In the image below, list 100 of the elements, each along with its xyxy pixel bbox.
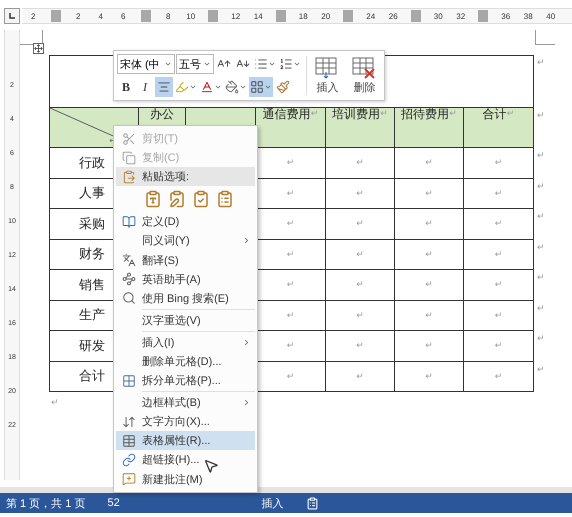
column-marker[interactable]: [343, 10, 354, 22]
page-count[interactable]: 第 1 页，共 1 页: [6, 496, 86, 510]
paragraph-mark: ↵: [449, 108, 457, 119]
paragraph-mark: ↵: [286, 157, 294, 168]
paragraph-mark: ↵: [356, 310, 364, 321]
paragraph-mark: ↵: [536, 149, 546, 161]
caret-icon: [203, 60, 211, 68]
grid-icon: [122, 374, 136, 388]
paragraph-mark: ↵: [494, 279, 502, 290]
column-marker[interactable]: [50, 10, 61, 22]
font-name-dropdown[interactable]: 宋体 (中: [117, 54, 175, 74]
paragraph-mark: ↵: [425, 188, 433, 199]
paragraph-mark: ↵: [380, 108, 388, 119]
paragraph-mark: ↵: [425, 310, 433, 321]
table-move-handle[interactable]: [33, 43, 44, 54]
menu-item[interactable]: 文字方向(X)...: [116, 412, 255, 432]
menu-section-header: 粘贴选项:: [116, 167, 255, 186]
paint-bucket-icon: [225, 80, 239, 94]
ruler-number: 6: [120, 12, 126, 20]
borders-button[interactable]: [249, 77, 273, 97]
paste-text-only-icon[interactable]: [216, 190, 234, 208]
paragraph-mark: ↵: [286, 188, 294, 199]
macro-icon[interactable]: [306, 496, 319, 510]
paragraph-mark: ↵: [286, 310, 294, 321]
ruler-number: 24: [365, 12, 376, 20]
font-color-icon: [200, 80, 214, 94]
column-marker[interactable]: [276, 10, 286, 22]
paragraph-mark: ↵: [494, 370, 502, 382]
menu-item[interactable]: 表格属性(R)...: [116, 431, 255, 450]
paragraph-mark: ↵: [286, 370, 294, 382]
paragraph-mark: ↵: [356, 188, 364, 199]
paragraph-mark: ↵: [356, 340, 364, 352]
paragraph-mark: ↵: [425, 218, 433, 230]
paste-picture-icon[interactable]: [192, 190, 210, 208]
scissors-icon: [122, 132, 136, 146]
paste-keep-format-icon[interactable]: [144, 190, 162, 208]
paragraph-mark: ↵: [494, 248, 502, 260]
paragraph-mark: ↵: [494, 310, 502, 321]
header-text: 通信费用: [262, 108, 311, 121]
delete-table-icon: [351, 56, 378, 80]
paragraph-mark: ↵: [51, 397, 59, 408]
menu-item[interactable]: 新建批注(M): [116, 470, 255, 489]
paragraph-mark: ↵: [494, 340, 502, 352]
link-icon: [122, 452, 136, 467]
ruler-number: 40: [545, 12, 556, 20]
column-marker[interactable]: [140, 10, 151, 22]
insert-mode[interactable]: 插入: [262, 496, 284, 510]
ruler-number: 32: [455, 12, 466, 20]
paragraph-mark: ↵: [494, 218, 502, 230]
font-size-dropdown[interactable]: 五号: [176, 54, 214, 74]
column-marker[interactable]: [410, 10, 421, 22]
paragraph-mark: ↵: [286, 279, 294, 290]
bold-button[interactable]: B: [117, 77, 135, 97]
paragraph-mark: ↵: [425, 370, 433, 382]
highlighter-icon: [175, 80, 189, 94]
paragraph-mark: ↵: [425, 279, 433, 290]
paragraph-mark: ↵: [536, 180, 546, 192]
menu-item[interactable]: 超链接(H)...: [116, 450, 255, 470]
center-button[interactable]: [155, 77, 173, 97]
paragraph-mark: ↵: [536, 362, 546, 374]
paintbrush-icon: [276, 80, 290, 94]
paste-icon: [122, 170, 136, 184]
insert-button[interactable]: 插入: [310, 54, 344, 97]
paragraph-mark: ↵: [536, 240, 546, 252]
ruler-number: 20: [320, 12, 332, 20]
tab-stop-icon: [8, 12, 16, 20]
ruler-number: 8: [165, 12, 172, 20]
paragraph-mark: ↵: [536, 210, 546, 222]
paragraph-mark: ↵: [356, 279, 364, 290]
paragraph-mark: ↵: [356, 157, 364, 168]
text-direction-icon: [122, 414, 136, 429]
ruler-number: 36: [500, 12, 512, 20]
paragraph-mark: ↵: [536, 109, 546, 121]
ruler-number: 14: [252, 12, 264, 20]
table-icon: [122, 434, 136, 448]
ruler-number: 10: [185, 12, 196, 20]
paragraph-mark: ↵: [356, 248, 364, 260]
header-text: 合计: [482, 108, 507, 121]
pointer-icon: [203, 458, 219, 474]
paragraph-mark: ↵: [286, 218, 294, 230]
italic-button[interactable]: I: [136, 77, 154, 97]
paragraph-mark: ↵: [536, 56, 546, 68]
column-marker[interactable]: [478, 10, 488, 22]
paste-merge-format-icon[interactable]: [168, 190, 186, 208]
paragraph-mark: ↵: [425, 340, 433, 352]
paragraph-mark: ↵: [356, 218, 364, 230]
comment-icon: [122, 472, 136, 486]
borders-icon: [250, 80, 264, 94]
ruler-number: 12: [230, 12, 242, 20]
ruler-number: 38: [522, 12, 534, 20]
tab-stop-selector[interactable]: [4, 8, 20, 24]
translate-icon: [122, 253, 136, 268]
ruler-number: 2: [75, 12, 82, 20]
paragraph-mark: ↵: [286, 248, 294, 260]
delete-button[interactable]: 删除: [348, 54, 382, 97]
paragraph-mark: ↵: [356, 370, 364, 382]
ruler-number: 26: [388, 12, 399, 20]
column-marker[interactable]: [208, 10, 218, 22]
menu-item[interactable]: 边框样式(B): [116, 393, 255, 412]
word-count[interactable]: 52: [107, 497, 120, 509]
